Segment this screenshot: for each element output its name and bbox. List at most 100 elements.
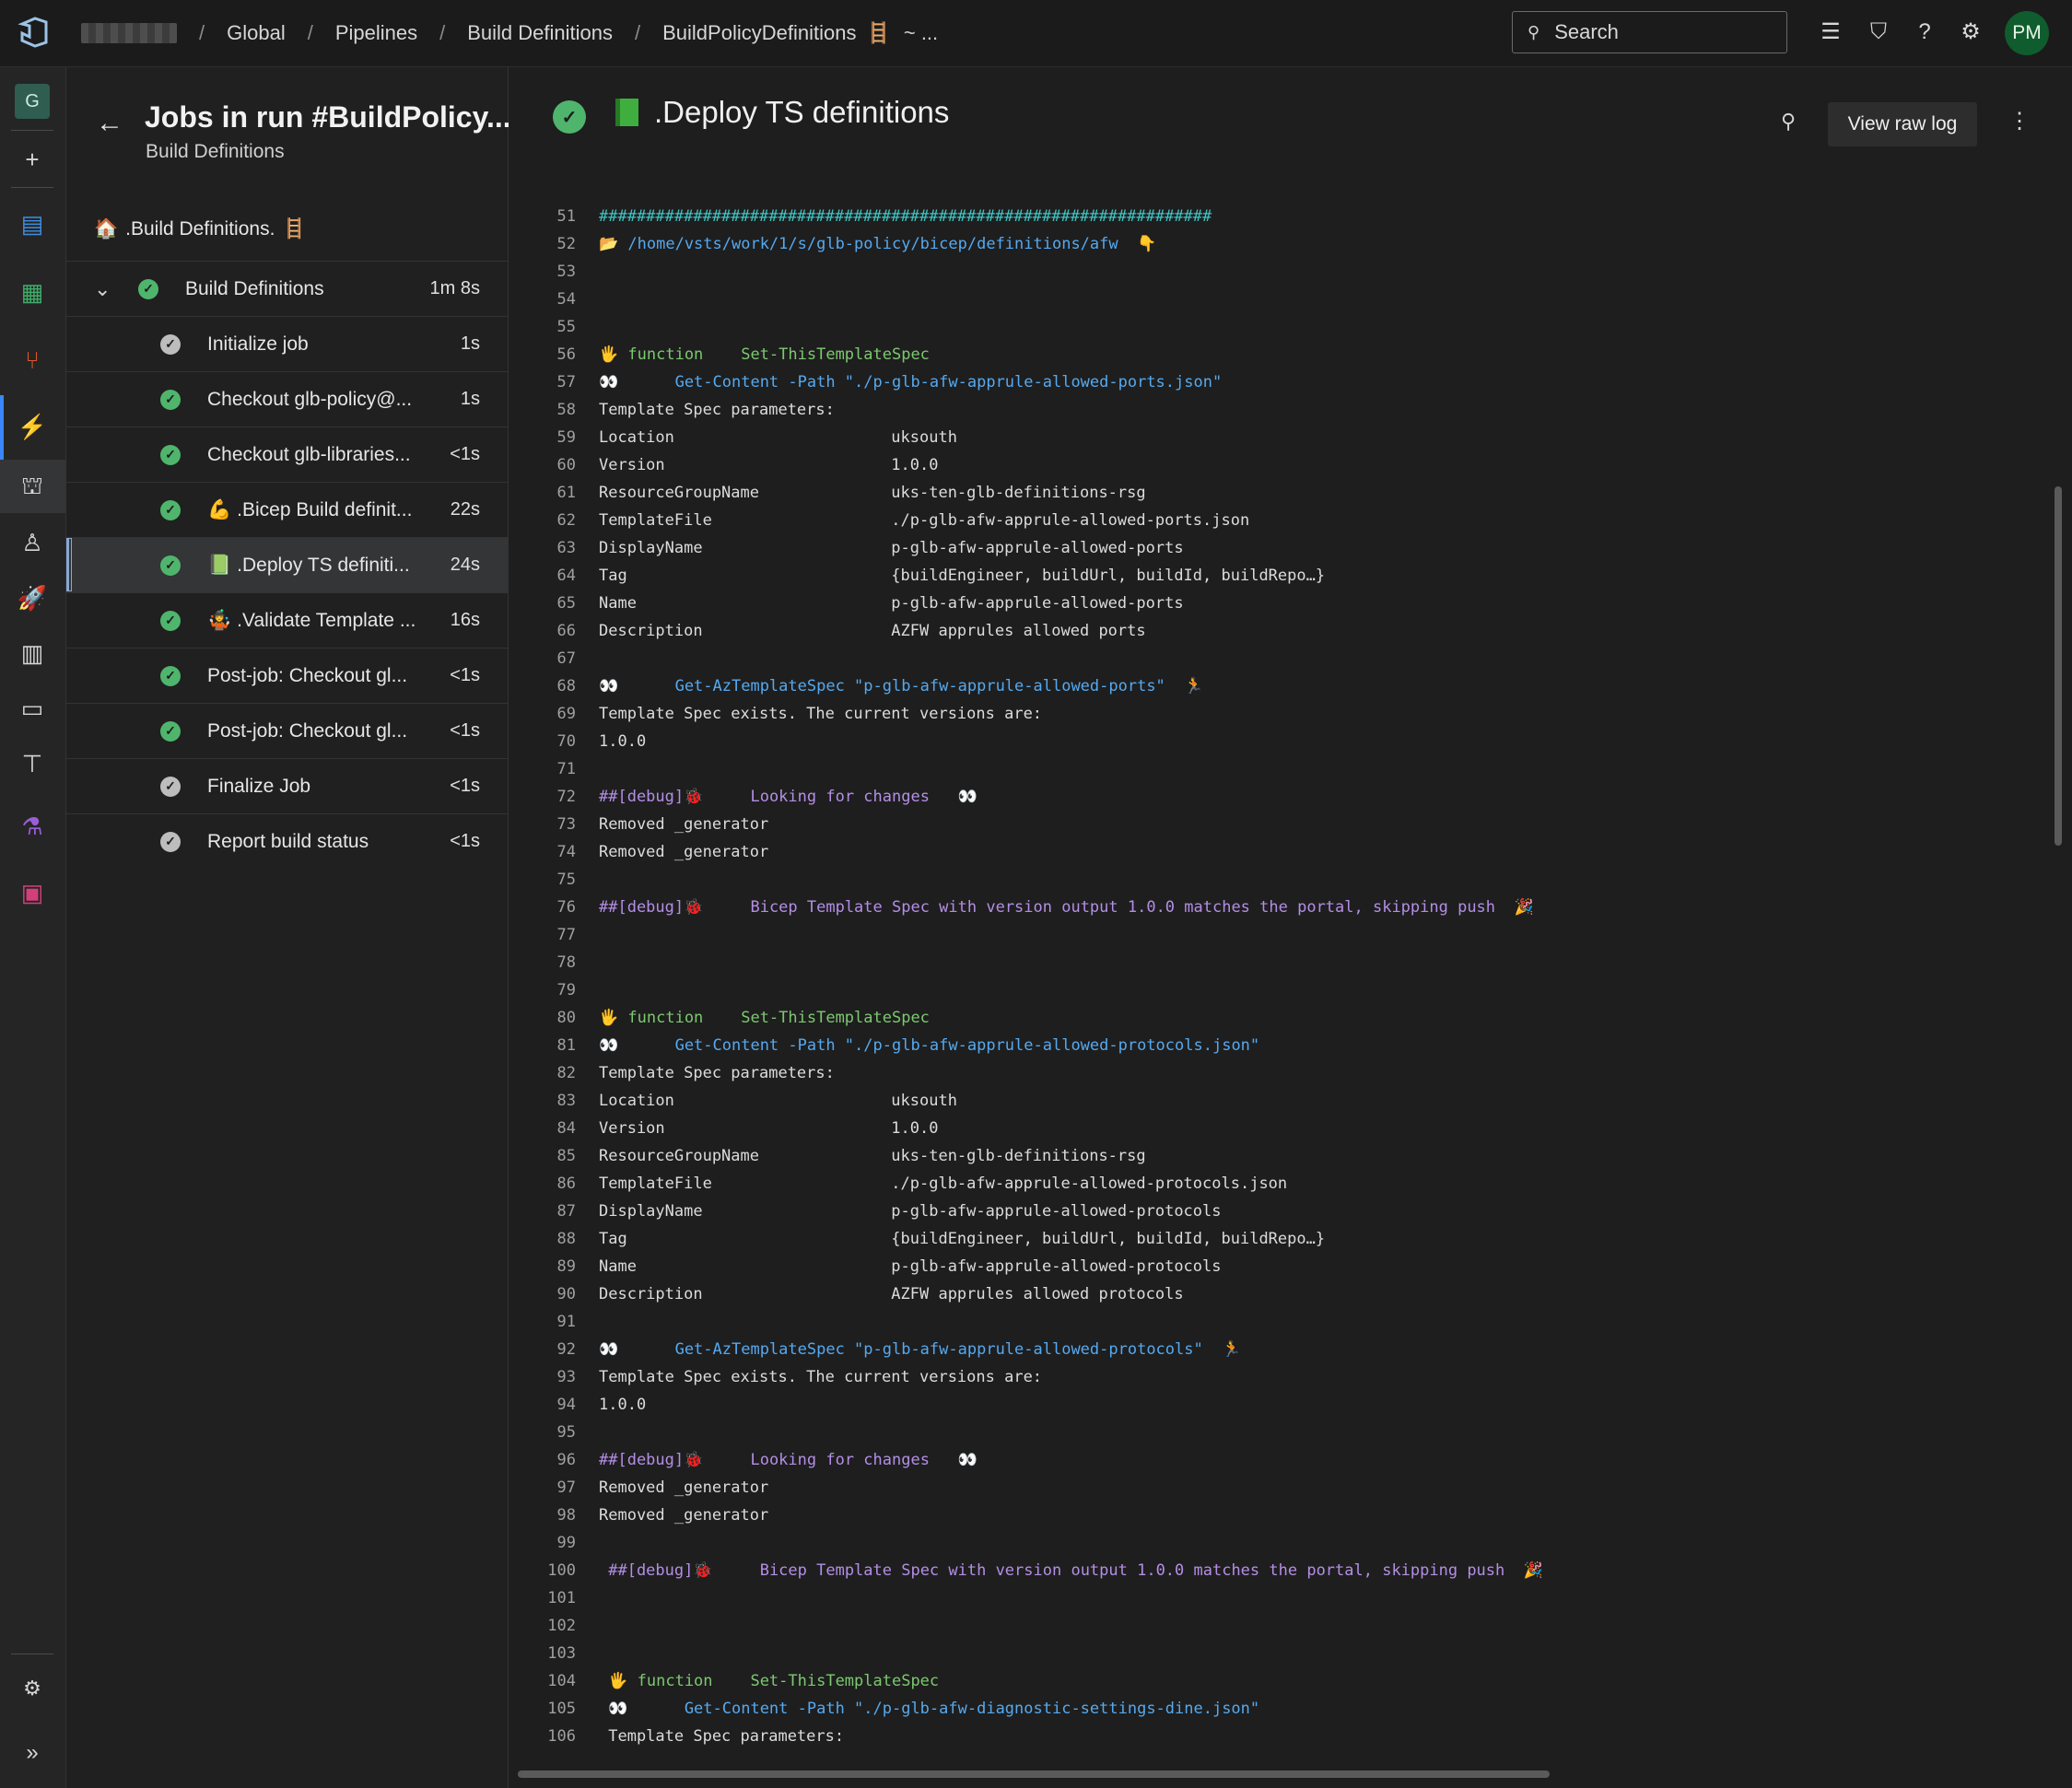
library-icon[interactable]: ▥ (13, 635, 52, 672)
step-row[interactable]: ✓ Post-job: Checkout gl... <1s (66, 648, 508, 703)
task-list-icon[interactable]: ☰ (1817, 18, 1844, 46)
deployment-groups-icon[interactable]: ⊤ (13, 745, 52, 782)
line-number[interactable]: 96 (509, 1446, 576, 1474)
expand-icon[interactable]: » (13, 1735, 52, 1771)
user-settings-icon[interactable]: ⚙ (1957, 18, 1984, 46)
help-icon[interactable]: ? (1911, 18, 1938, 46)
line-number[interactable]: 101 (509, 1584, 576, 1612)
line-number[interactable]: 66 (509, 617, 576, 645)
pipelines-runs-icon[interactable]: ⛫ (13, 469, 52, 506)
line-number[interactable]: 62 (509, 507, 576, 534)
line-number[interactable]: 68 (509, 672, 576, 700)
organization-name-redacted[interactable] (81, 23, 177, 43)
line-number[interactable]: 88 (509, 1225, 576, 1253)
line-number[interactable]: 99 (509, 1529, 576, 1557)
environments-icon[interactable]: ♙ (13, 524, 52, 561)
line-number[interactable]: 79 (509, 976, 576, 1004)
view-raw-log-button[interactable]: View raw log (1828, 102, 1977, 146)
line-number[interactable]: 69 (509, 700, 576, 728)
line-number[interactable]: 73 (509, 811, 576, 838)
line-number[interactable]: 54 (509, 286, 576, 313)
breadcrumb-more[interactable]: ~ ... (904, 21, 938, 45)
line-number[interactable]: 71 (509, 755, 576, 783)
settings-icon[interactable]: ⚙ (13, 1670, 52, 1707)
step-row[interactable]: ✓ Report build status <1s (66, 813, 508, 869)
line-number[interactable]: 70 (509, 728, 576, 755)
test-plans-icon[interactable]: ⚗ (13, 808, 52, 845)
line-number[interactable]: 65 (509, 590, 576, 617)
line-number[interactable]: 74 (509, 838, 576, 866)
azure-devops-logo-icon[interactable] (17, 15, 52, 50)
line-number[interactable]: 75 (509, 866, 576, 894)
line-number[interactable]: 93 (509, 1363, 576, 1391)
line-number[interactable]: 63 (509, 534, 576, 562)
line-number[interactable]: 84 (509, 1115, 576, 1142)
add-icon[interactable]: + (13, 141, 52, 178)
line-number[interactable]: 85 (509, 1142, 576, 1170)
line-number[interactable]: 83 (509, 1087, 576, 1115)
repos-icon[interactable]: ⑂ (13, 342, 52, 379)
job-row[interactable]: ⌄ ✓ Build Definitions 1m 8s (66, 261, 508, 316)
line-number[interactable]: 67 (509, 645, 576, 672)
breadcrumb-project[interactable]: Global (227, 21, 286, 45)
breadcrumb-pipeline[interactable]: BuildPolicyDefinitions (662, 21, 856, 45)
step-row[interactable]: ✓ Finalize Job <1s (66, 758, 508, 813)
chevron-down-icon[interactable]: ⌄ (94, 277, 111, 301)
back-arrow-icon[interactable]: ← (96, 108, 123, 139)
line-number[interactable]: 64 (509, 562, 576, 590)
line-number[interactable]: 87 (509, 1198, 576, 1225)
line-number[interactable]: 95 (509, 1419, 576, 1446)
line-number[interactable]: 57 (509, 368, 576, 396)
line-number[interactable]: 61 (509, 479, 576, 507)
line-number[interactable]: 82 (509, 1059, 576, 1087)
pipelines-icon[interactable]: ⚡ (13, 408, 52, 445)
line-number[interactable]: 81 (509, 1032, 576, 1059)
line-number[interactable]: 104 (509, 1667, 576, 1695)
line-number[interactable]: 89 (509, 1253, 576, 1280)
task-groups-icon[interactable]: ▭ (13, 690, 52, 727)
step-row[interactable]: ✓ 📗 .Deploy TS definiti... 24s (66, 537, 508, 592)
line-number[interactable]: 52 (509, 230, 576, 258)
line-number[interactable]: 106 (509, 1723, 576, 1750)
vertical-scrollbar[interactable] (2054, 486, 2062, 846)
shopping-bag-icon[interactable]: ⛉ (1865, 18, 1892, 46)
step-row[interactable]: ✓ 💪 .Bicep Build definit... 22s (66, 482, 508, 537)
step-row[interactable]: ✓ Checkout glb-libraries... <1s (66, 427, 508, 482)
line-number[interactable]: 60 (509, 451, 576, 479)
line-number[interactable]: 51 (509, 203, 576, 230)
artifacts-icon[interactable]: ▣ (13, 874, 52, 911)
more-options-icon[interactable]: ⋮ (2008, 108, 2031, 134)
line-number[interactable]: 98 (509, 1502, 576, 1529)
project-icon[interactable]: G (15, 84, 50, 119)
overview-icon[interactable]: ▤ (13, 205, 52, 242)
line-number[interactable]: 91 (509, 1308, 576, 1336)
horizontal-scrollbar[interactable] (518, 1770, 1550, 1778)
line-number[interactable]: 77 (509, 921, 576, 949)
breadcrumb-pipelines[interactable]: Pipelines (335, 21, 417, 45)
line-number[interactable]: 102 (509, 1612, 576, 1640)
line-number[interactable]: 59 (509, 424, 576, 451)
line-number[interactable]: 56 (509, 341, 576, 368)
search-box[interactable]: ⚲ (1512, 11, 1787, 53)
search-icon[interactable]: ⚲ (1781, 110, 1796, 134)
line-number[interactable]: 92 (509, 1336, 576, 1363)
search-input[interactable] (1552, 19, 1760, 45)
step-row[interactable]: ✓ Initialize job 1s (66, 316, 508, 371)
releases-icon[interactable]: 🚀 (13, 579, 52, 616)
line-number[interactable]: 55 (509, 313, 576, 341)
line-number[interactable]: 103 (509, 1640, 576, 1667)
line-number[interactable]: 97 (509, 1474, 576, 1502)
avatar[interactable]: PM (2005, 11, 2049, 55)
line-number[interactable]: 76 (509, 894, 576, 921)
line-number[interactable]: 105 (509, 1695, 576, 1723)
line-number[interactable]: 53 (509, 258, 576, 286)
boards-icon[interactable]: ▦ (13, 274, 52, 310)
step-row[interactable]: ✓ Post-job: Checkout gl... <1s (66, 703, 508, 758)
line-number[interactable]: 58 (509, 396, 576, 424)
line-number[interactable]: 90 (509, 1280, 576, 1308)
step-row[interactable]: ✓ 🤹 .Validate Template ... 16s (66, 592, 508, 648)
line-number[interactable]: 94 (509, 1391, 576, 1419)
line-number[interactable]: 100 (509, 1557, 576, 1584)
breadcrumb-folder[interactable]: Build Definitions (467, 21, 613, 45)
line-number[interactable]: 80 (509, 1004, 576, 1032)
